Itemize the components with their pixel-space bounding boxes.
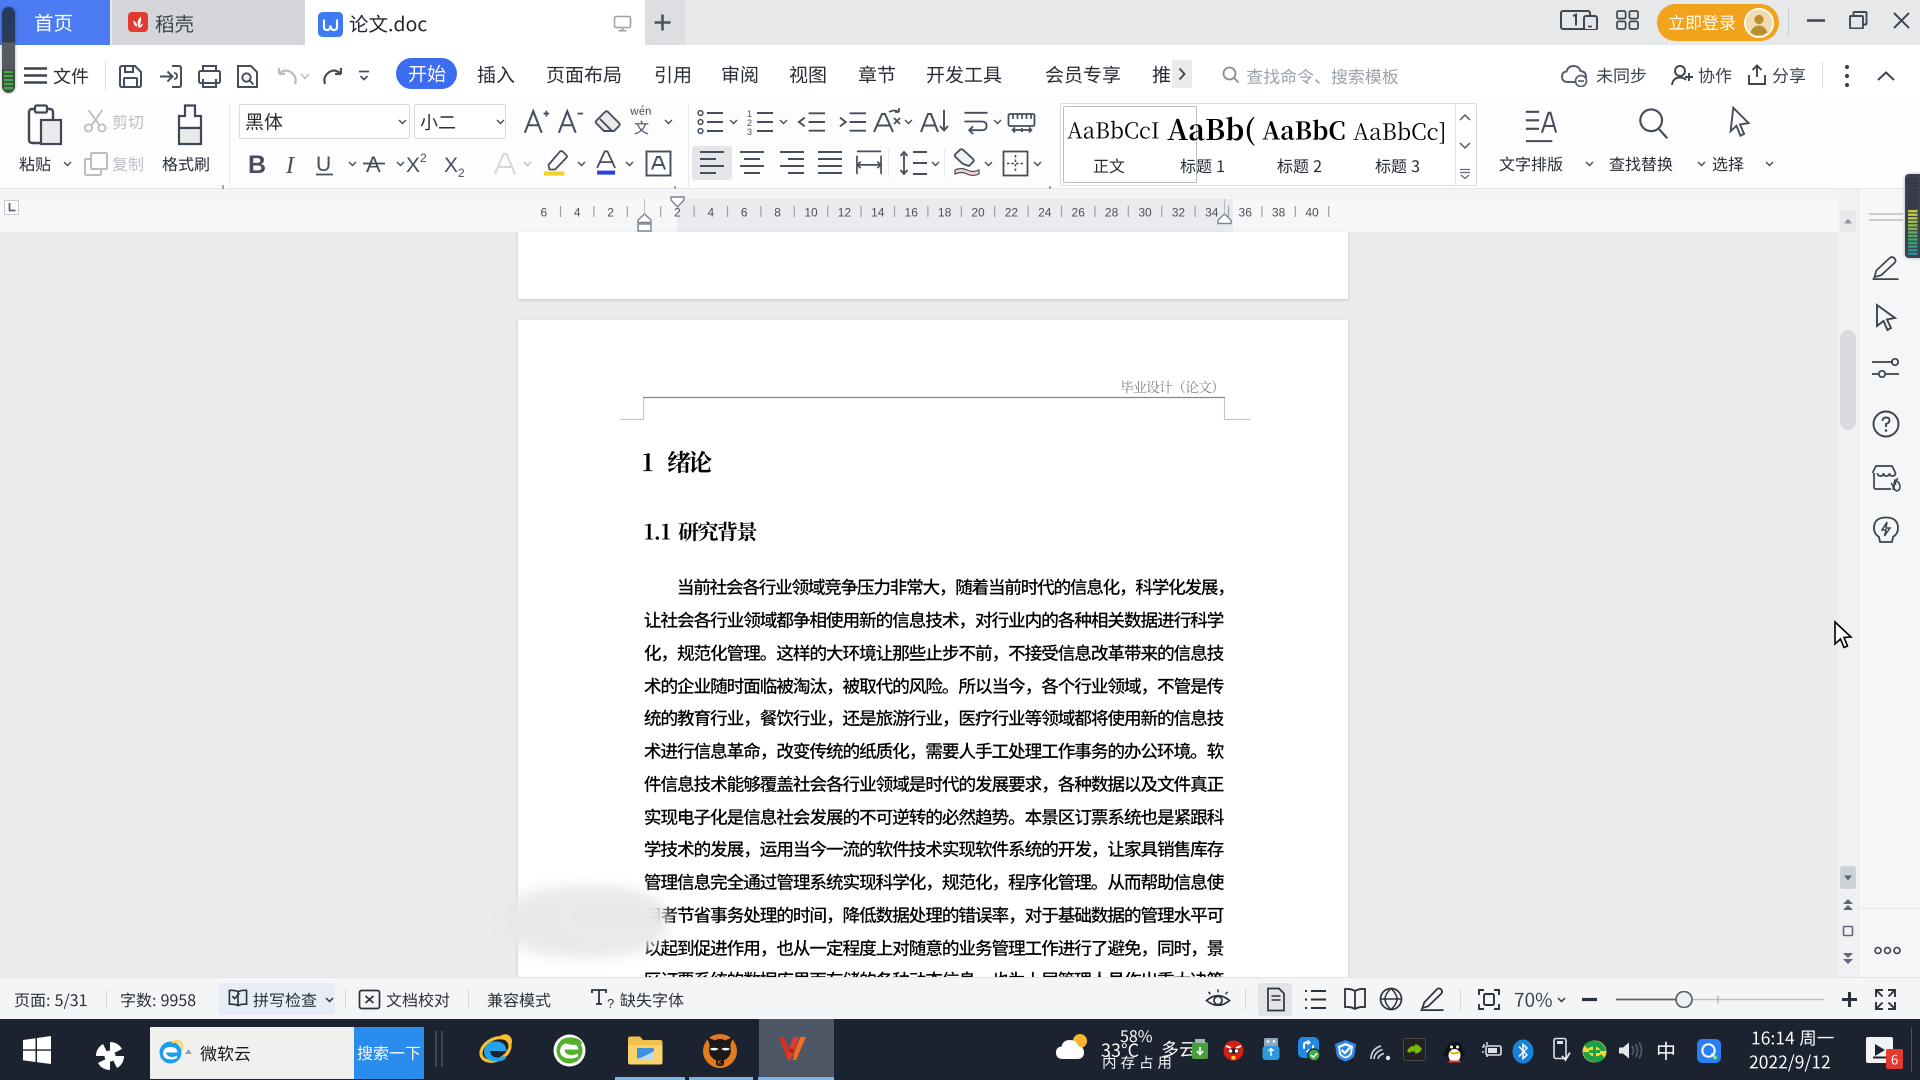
svg-text:18: 18 [938,206,952,220]
svg-text:22: 22 [1005,206,1019,220]
svg-text:?: ? [607,996,614,1011]
svg-text:16: 16 [905,206,919,220]
svg-text:40: 40 [1305,206,1319,220]
svg-text:4: 4 [707,206,714,220]
svg-text:30: 30 [1138,206,1152,220]
svg-text:2: 2 [607,206,614,220]
svg-text:36: 36 [1239,206,1253,220]
svg-text:6: 6 [540,206,547,220]
svg-text:K: K [718,1060,723,1067]
svg-text:28: 28 [1105,206,1119,220]
svg-text:8: 8 [774,206,781,220]
svg-text:32: 32 [1172,206,1186,220]
svg-text:24: 24 [1038,206,1052,220]
svg-text:10: 10 [804,206,818,220]
svg-text:4: 4 [574,206,581,220]
svg-text:20: 20 [971,206,985,220]
svg-text:6: 6 [741,206,748,220]
svg-text:38: 38 [1272,206,1286,220]
svg-text:14: 14 [871,206,885,220]
svg-text:26: 26 [1072,206,1086,220]
svg-text:12: 12 [838,206,852,220]
